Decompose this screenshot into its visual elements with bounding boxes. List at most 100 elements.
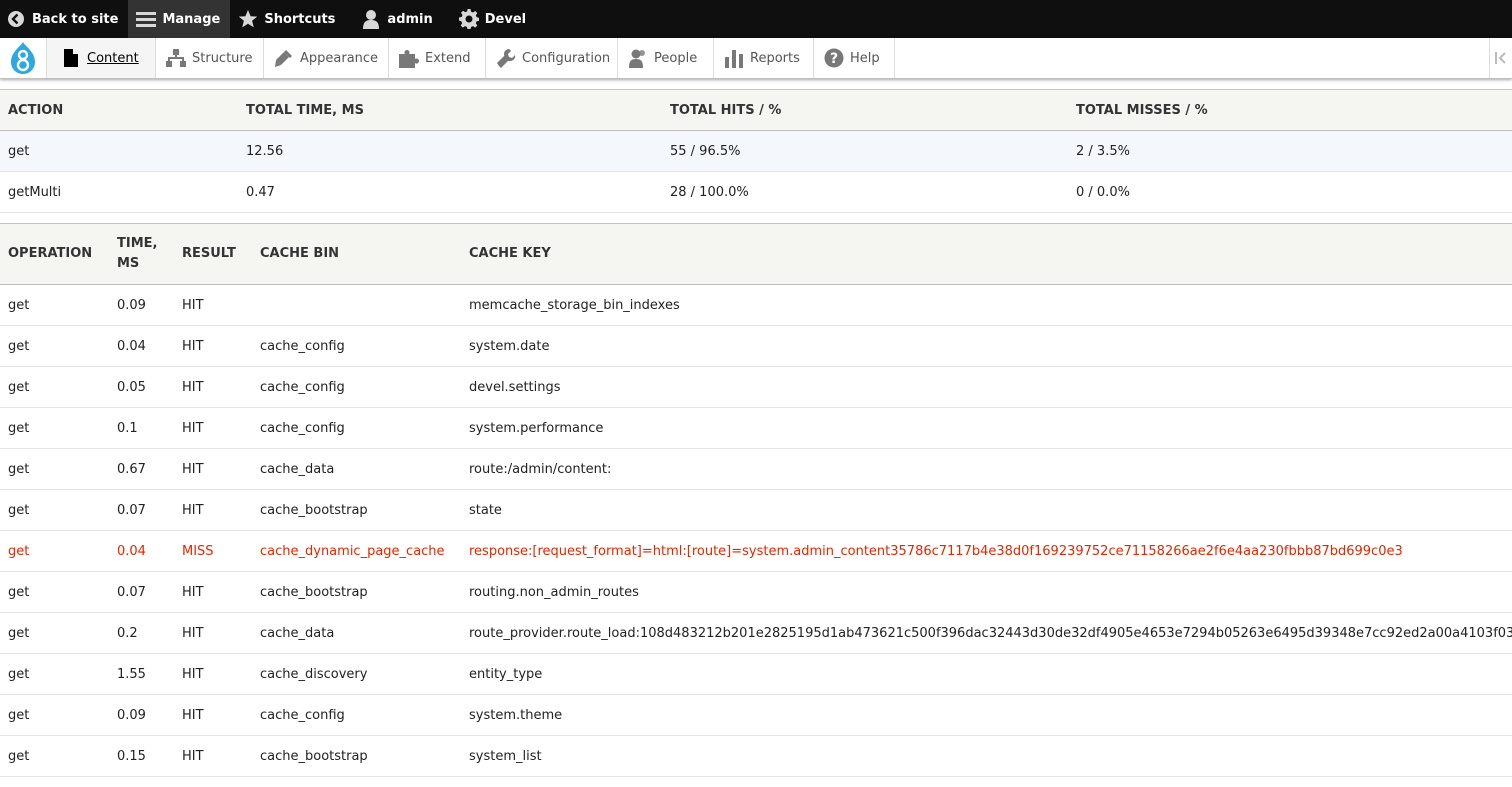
action-cell: get (0, 130, 238, 172)
tray-item-configuration[interactable]: Configuration (486, 38, 618, 78)
tray-item-label: Appearance (300, 50, 379, 66)
user-tab[interactable]: admin (345, 0, 442, 38)
cache-bin-cell: cache_bootstrap (252, 571, 461, 613)
tray-item-people[interactable]: People (618, 38, 714, 78)
manage-tab[interactable]: Manage (128, 0, 231, 38)
table-row: get 0.04 HIT cache_config system.date (0, 325, 1512, 367)
total-misses-cell: 0 / 0.0% (1068, 171, 1512, 213)
collapse-icon (1495, 52, 1506, 64)
drupal-logo[interactable] (0, 38, 47, 78)
operation-cell: get (0, 284, 109, 326)
tray-item-appearance[interactable]: Appearance (264, 38, 389, 78)
time-cell: 0.09 (109, 694, 174, 736)
cache-bin-cell: cache_data (252, 612, 461, 654)
devel-label: Devel (484, 11, 527, 27)
back-to-site-link[interactable]: Back to site (0, 0, 128, 38)
summary-table: ACTION TOTAL TIME, MS TOTAL HITS / % TOT… (0, 89, 1512, 213)
cache-bin-cell: cache_config (252, 325, 461, 367)
drupal-drop-icon (11, 42, 35, 74)
total-misses-cell: 2 / 3.5% (1068, 130, 1512, 172)
table-row: get 0.07 HIT cache_bootstrap routing.non_adm… (0, 571, 1512, 613)
result-cell: HIT (174, 571, 252, 613)
operation-cell: get (0, 325, 109, 367)
time-cell: 1.55 (109, 653, 174, 695)
help-icon: ? (824, 48, 844, 68)
time-cell: 0.09 (109, 284, 174, 326)
operation-cell: get (0, 735, 109, 777)
cache-key-cell: routing.non_admin_routes (461, 571, 1512, 613)
time-cell: 0.07 (109, 571, 174, 613)
cache-bin-cell: cache_config (252, 407, 461, 449)
reports-icon (724, 48, 744, 68)
operation-cell: get (0, 407, 109, 449)
column-header-total-misses: TOTAL MISSES / % (1068, 89, 1512, 131)
operation-cell: get (0, 530, 109, 572)
column-header-result: RESULT (174, 223, 252, 285)
operations-table: OPERATION TIME, MS RESULT CACHE BIN CACH… (0, 223, 1512, 777)
wrench-icon (496, 48, 516, 68)
time-cell: 0.15 (109, 735, 174, 777)
result-cell: HIT (174, 653, 252, 695)
table-row: get 1.55 HIT cache_discovery entity_type (0, 653, 1512, 695)
cache-key-cell: entity_type (461, 653, 1512, 695)
cache-bin-cell: cache_data (252, 448, 461, 490)
time-cell: 0.2 (109, 612, 174, 654)
cache-key-cell: route_provider.route_load:108d483212b201… (461, 612, 1512, 654)
tray-item-content[interactable]: Content (47, 38, 156, 78)
manage-label: Manage (162, 11, 221, 27)
table-row: get 0.1 HIT cache_config system.performance (0, 407, 1512, 449)
devel-tab[interactable]: Devel (443, 0, 536, 38)
time-cell: 0.07 (109, 489, 174, 531)
shortcuts-tab[interactable]: Shortcuts (230, 0, 345, 38)
table-row-miss: get 0.04 MISS cache_dynamic_page_cache respo… (0, 530, 1512, 572)
table-row: get 0.15 HIT cache_bootstrap system_list (0, 735, 1512, 777)
column-header-time: TIME, MS (109, 223, 174, 285)
cache-key-cell: route:/admin/content: (461, 448, 1512, 490)
tray-item-reports[interactable]: Reports (714, 38, 814, 78)
operation-cell: get (0, 653, 109, 695)
back-arrow-icon (6, 9, 26, 29)
cache-key-cell: memcache_storage_bin_indexes (461, 284, 1512, 326)
table-row: get 0.09 HIT memcache_storage_bin_indexes (0, 284, 1512, 326)
tray-spacer (895, 38, 1489, 78)
time-cell: 0.05 (109, 366, 174, 408)
table-row: get 0.09 HIT cache_config system.theme (0, 694, 1512, 736)
cache-key-cell: system.performance (461, 407, 1512, 449)
table-row: get 0.07 HIT cache_bootstrap state (0, 489, 1512, 531)
summary-header-row: ACTION TOTAL TIME, MS TOTAL HITS / % TOT… (0, 89, 1512, 131)
user-icon (361, 9, 381, 29)
total-time-cell: 0.47 (238, 171, 662, 213)
operation-cell: get (0, 448, 109, 490)
tray-item-label: Help (850, 50, 880, 66)
tray-item-label: Content (87, 50, 139, 66)
result-cell: HIT (174, 694, 252, 736)
result-cell: HIT (174, 366, 252, 408)
cache-key-cell: devel.settings (461, 366, 1512, 408)
time-cell: 0.04 (109, 530, 174, 572)
cache-bin-cell: cache_config (252, 366, 461, 408)
tray-item-structure[interactable]: Structure (156, 38, 264, 78)
column-header-total-hits: TOTAL HITS / % (662, 89, 1068, 131)
cache-bin-cell: cache_bootstrap (252, 489, 461, 531)
time-cell: 0.04 (109, 325, 174, 367)
collapse-tray-button[interactable] (1489, 38, 1512, 78)
tray-item-extend[interactable]: Extend (389, 38, 486, 78)
cache-bin-cell (252, 284, 461, 326)
cache-bin-cell: cache_config (252, 694, 461, 736)
gear-icon (458, 9, 479, 29)
cache-key-cell: system.date (461, 325, 1512, 367)
table-row: get 0.67 HIT cache_data route:/admin/content… (0, 448, 1512, 490)
cache-key-cell: response:[request_format]=html:[route]=s… (461, 530, 1512, 572)
tray-item-help[interactable]: ? Help (814, 38, 895, 78)
column-header-total-time: TOTAL TIME, MS (238, 89, 662, 131)
back-to-site-label: Back to site (32, 11, 119, 27)
result-cell: HIT (174, 735, 252, 777)
action-cell: getMulti (0, 171, 238, 213)
result-cell: HIT (174, 325, 252, 367)
column-header-cache-key: CACHE KEY (461, 223, 1512, 285)
cache-key-cell: state (461, 489, 1512, 531)
svg-text:?: ? (830, 51, 838, 67)
operation-cell: get (0, 571, 109, 613)
operation-cell: get (0, 366, 109, 408)
cache-key-cell: system.theme (461, 694, 1512, 736)
